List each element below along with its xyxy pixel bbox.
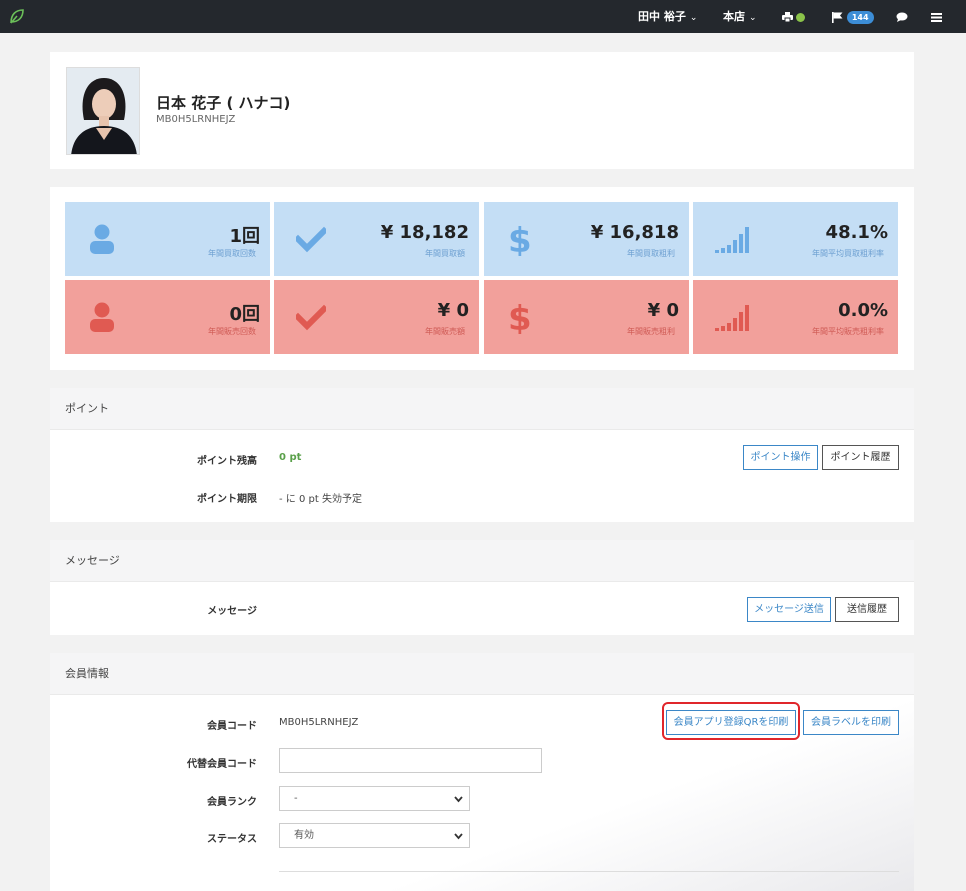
- points-panel-title: ポイント: [50, 388, 914, 430]
- member-code-value: MB0H5LRNHEJZ: [279, 717, 359, 728]
- store-menu[interactable]: 本店 ⌄: [723, 0, 757, 33]
- status-label: ステータス: [207, 834, 257, 845]
- stat-value: ¥ 16,818: [590, 222, 679, 243]
- svg-text:$: $: [508, 222, 532, 256]
- stat-label: 年間平均買取粗利率: [812, 249, 884, 258]
- user-icon: [90, 224, 114, 254]
- leaf-logo-icon[interactable]: [8, 7, 26, 25]
- point-balance-value: 0 pt: [279, 452, 302, 463]
- member-code-label: 会員コード: [207, 721, 257, 732]
- chevron-down-icon: ⌄: [689, 13, 698, 23]
- message-panel: メッセージ メッセージ メッセージ送信 送信履歴: [50, 540, 914, 635]
- point-operation-button[interactable]: ポイント操作: [743, 445, 818, 470]
- user-menu[interactable]: 田中 裕子 ⌄: [638, 0, 697, 33]
- svg-text:$: $: [508, 300, 532, 334]
- member-photo: [66, 67, 140, 155]
- notifications[interactable]: 144: [832, 0, 874, 33]
- signal-bars-icon: [715, 227, 749, 253]
- member-code: MB0H5LRNHEJZ: [156, 114, 236, 125]
- stat-label: 年間買取額: [425, 249, 465, 258]
- chevron-down-icon: [454, 833, 463, 840]
- status-selected: 有効: [294, 830, 314, 841]
- chat-bubble-icon: [896, 12, 908, 22]
- message-label: メッセージ: [207, 606, 257, 617]
- stat-label: 年間平均販売粗利率: [812, 327, 884, 336]
- member-rank-select[interactable]: -: [279, 786, 470, 811]
- divider: [279, 871, 899, 872]
- stat-tile-sell-amount: ¥ 0 年間販売額: [274, 280, 479, 354]
- print-member-label-button[interactable]: 会員ラベルを印刷: [803, 710, 899, 735]
- stats-panel: 1回 年間買取回数 ¥ 18,182 年間買取額 $ ¥ 16,818 年間買取…: [50, 187, 914, 370]
- send-message-button[interactable]: メッセージ送信: [747, 597, 831, 622]
- printer-icon: [782, 12, 793, 23]
- notification-count-badge: 144: [846, 10, 874, 24]
- point-balance-label: ポイント残高: [197, 456, 257, 467]
- member-name: 日本 花子 ( ハナコ): [156, 94, 291, 112]
- stat-tile-sell-count: 0回 年間販売回数: [65, 280, 270, 354]
- user-name: 田中 裕子: [638, 10, 686, 23]
- portrait-image: [67, 68, 139, 154]
- status-select[interactable]: 有効: [279, 823, 470, 848]
- stat-label: 年間買取粗利: [627, 249, 675, 258]
- stat-tile-buy-amount: ¥ 18,182 年間買取額: [274, 202, 479, 276]
- member-rank-label: 会員ランク: [207, 797, 257, 808]
- online-status-dot: [796, 12, 805, 22]
- stat-tile-sell-margin: 0.0% 年間平均販売粗利率: [693, 280, 898, 354]
- chat-button[interactable]: [896, 0, 908, 33]
- top-navbar: 田中 裕子 ⌄ 本店 ⌄ 144: [0, 0, 966, 33]
- stat-value: ¥ 0: [647, 300, 679, 321]
- flag-icon: [832, 11, 843, 23]
- stat-value: 48.1%: [825, 222, 888, 243]
- stat-value: ¥ 0: [437, 300, 469, 321]
- profile-panel: 日本 花子 ( ハナコ) MB0H5LRNHEJZ: [50, 52, 914, 169]
- message-panel-title: メッセージ: [50, 540, 914, 582]
- stat-label: 年間販売粗利: [627, 327, 675, 336]
- member-info-panel-title: 会員情報: [50, 653, 914, 695]
- hamburger-menu-button[interactable]: [931, 0, 942, 33]
- stat-label: 年間販売回数: [208, 327, 256, 336]
- stat-tile-sell-profit: $ ¥ 0 年間販売粗利: [484, 280, 689, 354]
- member-info-panel: 会員情報 会員コード MB0H5LRNHEJZ 会員アプリ登録QRを印刷 会員ラ…: [50, 653, 914, 891]
- points-panel: ポイント ポイント残高 0 pt ポイント期限 - に 0 pt 失効予定 ポイ…: [50, 388, 914, 522]
- point-expiry-label: ポイント期限: [197, 494, 257, 505]
- check-icon: [296, 304, 326, 331]
- menu-icon: [931, 12, 942, 22]
- alt-member-code-input[interactable]: [279, 748, 542, 773]
- signal-bars-icon: [715, 305, 749, 331]
- send-history-button[interactable]: 送信履歴: [835, 597, 899, 622]
- stat-value: 0.0%: [838, 300, 888, 321]
- stat-tile-buy-profit: $ ¥ 16,818 年間買取粗利: [484, 202, 689, 276]
- check-icon: [296, 226, 326, 253]
- stat-tile-buy-margin: 48.1% 年間平均買取粗利率: [693, 202, 898, 276]
- stat-value: 0回: [229, 304, 260, 325]
- stat-value: 1回: [229, 226, 260, 247]
- alt-member-code-label: 代替会員コード: [187, 759, 257, 770]
- stat-value: ¥ 18,182: [380, 222, 469, 243]
- point-history-button[interactable]: ポイント履歴: [822, 445, 899, 470]
- stat-label: 年間買取回数: [208, 249, 256, 258]
- dollar-icon: $: [508, 222, 532, 256]
- print-app-qr-button[interactable]: 会員アプリ登録QRを印刷: [666, 710, 796, 735]
- stat-tile-buy-count: 1回 年間買取回数: [65, 202, 270, 276]
- user-icon: [90, 302, 114, 332]
- point-expiry-value: - に 0 pt 失効予定: [279, 494, 362, 505]
- stat-label: 年間販売額: [425, 327, 465, 336]
- member-rank-selected: -: [294, 793, 298, 804]
- chevron-down-icon: [454, 796, 463, 803]
- store-name: 本店: [723, 10, 745, 23]
- chevron-down-icon: ⌄: [749, 13, 757, 23]
- printer-status[interactable]: [782, 0, 805, 33]
- dollar-icon: $: [508, 300, 532, 334]
